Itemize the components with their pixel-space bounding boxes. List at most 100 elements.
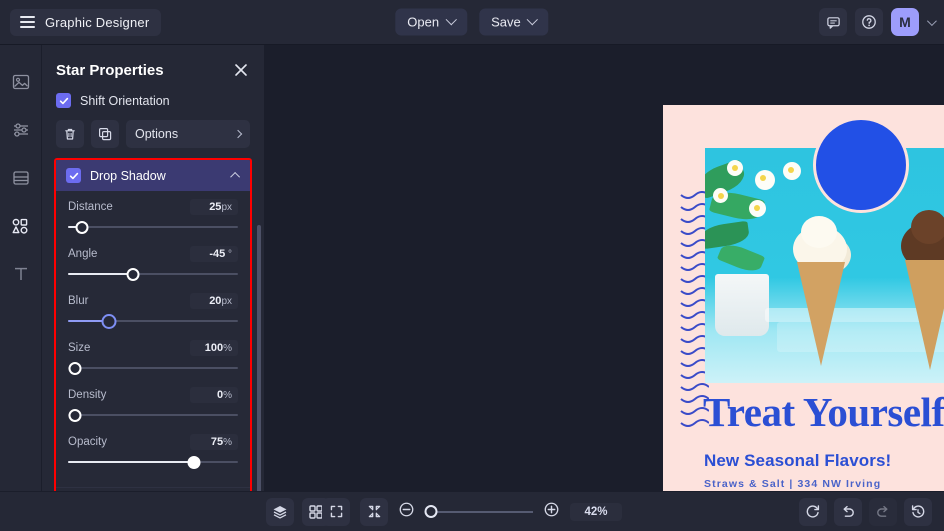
- slider-value[interactable]: 75%: [190, 434, 238, 450]
- shift-orientation-label: Shift Orientation: [80, 93, 170, 108]
- hamburger-icon: [20, 16, 35, 28]
- blue-circle-shape[interactable]: [813, 117, 909, 213]
- zoom-out-icon: [399, 502, 414, 516]
- avatar[interactable]: M: [891, 8, 919, 36]
- delete-button[interactable]: [56, 120, 84, 148]
- slider-blur: Blur 20px: [68, 293, 238, 329]
- zoom-in-button[interactable]: [543, 501, 560, 523]
- layers-icon: [273, 505, 287, 519]
- adjustments-icon: [13, 123, 28, 137]
- sidebar-item-image[interactable]: [8, 69, 34, 95]
- slider-label: Opacity: [68, 436, 107, 448]
- undo-button[interactable]: [834, 497, 862, 526]
- drop-shadow-sliders: Distance 25px Angle -45 ° Blur 20px Size…: [56, 191, 250, 487]
- app-menu-button[interactable]: Graphic Designer: [10, 8, 162, 36]
- chat-button[interactable]: [819, 8, 847, 36]
- panel-scrollbar[interactable]: [257, 225, 261, 525]
- shift-orientation-checkbox[interactable]: [56, 93, 71, 108]
- slider-value[interactable]: 100%: [190, 340, 238, 356]
- open-label: Open: [407, 14, 440, 30]
- sidebar-item-layout[interactable]: [8, 165, 34, 191]
- layers-button[interactable]: [266, 497, 294, 526]
- chevron-up-icon[interactable]: [230, 171, 241, 182]
- drop-shadow-header[interactable]: Drop Shadow: [56, 160, 250, 191]
- details-text[interactable]: Straws & Salt | 334 NW Irving: [704, 478, 881, 490]
- history-controls: [799, 497, 932, 526]
- bottom-bar: 42%: [0, 491, 944, 531]
- open-button[interactable]: Open: [395, 8, 468, 36]
- canvas-stage[interactable]: Treat Yourself New Seasonal Flavors! Str…: [265, 45, 944, 491]
- history-button[interactable]: [904, 497, 932, 526]
- text-icon: [14, 267, 27, 280]
- image-icon: [12, 74, 29, 90]
- drop-shadow-section: Drop Shadow Distance 25px Angle -45 ° Bl…: [54, 158, 252, 531]
- save-label: Save: [491, 14, 521, 30]
- file-actions: Open Save: [395, 8, 549, 36]
- layout-icon: [12, 171, 29, 185]
- page-title: Star Properties: [56, 61, 164, 79]
- zoom-level[interactable]: 42%: [570, 502, 622, 521]
- fit-to-screen-icon: [368, 505, 380, 518]
- slider-track[interactable]: [68, 361, 238, 375]
- slider-value[interactable]: 0%: [190, 387, 238, 403]
- duplicate-button[interactable]: [91, 120, 119, 148]
- top-bar: Graphic Designer Open Save M: [0, 0, 944, 45]
- view-tools: [266, 497, 330, 526]
- drop-shadow-label: Drop Shadow: [90, 168, 166, 183]
- options-button[interactable]: Options: [126, 120, 250, 148]
- slider-value[interactable]: 25px: [190, 199, 238, 215]
- shift-orientation-row[interactable]: Shift Orientation: [42, 89, 264, 120]
- slider-opacity: Opacity 75%: [68, 434, 238, 469]
- fullscreen-icon: [330, 505, 342, 518]
- object-actions-row: Options: [42, 120, 264, 158]
- slider-value[interactable]: -45 °: [190, 246, 238, 262]
- fullscreen-button[interactable]: [322, 497, 350, 526]
- duplicate-icon: [99, 128, 112, 141]
- subheadline-text[interactable]: New Seasonal Flavors!: [704, 451, 891, 471]
- artboard[interactable]: Treat Yourself New Seasonal Flavors! Str…: [663, 105, 944, 491]
- zoom-slider[interactable]: [424, 505, 533, 519]
- slider-track[interactable]: [68, 408, 238, 422]
- chevron-down-icon: [445, 13, 457, 25]
- redo-button[interactable]: [869, 497, 897, 526]
- app-window: Graphic Designer Open Save M Star Proper…: [0, 0, 944, 531]
- undo-icon: [843, 505, 854, 517]
- reset-button[interactable]: [799, 497, 827, 526]
- chevron-down-icon[interactable]: [926, 15, 937, 26]
- slider-density: Density 0%: [68, 387, 238, 422]
- check-icon: [69, 172, 78, 179]
- fit-to-screen-button[interactable]: [360, 497, 388, 526]
- close-icon: [235, 64, 247, 76]
- sidebar-item-text[interactable]: [8, 261, 34, 287]
- history-icon: [911, 504, 925, 518]
- app-body: Star Properties Shift Orientation Option…: [0, 45, 944, 531]
- sidebar-item-shapes[interactable]: [8, 213, 34, 239]
- slider-value[interactable]: 20px: [190, 293, 238, 309]
- chevron-down-icon: [527, 13, 539, 25]
- zoom-slider-knob[interactable]: [424, 505, 438, 518]
- account-actions: M: [819, 8, 937, 36]
- trash-icon: [65, 128, 75, 140]
- slider-track[interactable]: [68, 220, 238, 234]
- headline-text[interactable]: Treat Yourself: [703, 388, 944, 436]
- slider-size: Size 100%: [68, 340, 238, 375]
- slider-track[interactable]: [68, 267, 238, 281]
- help-button[interactable]: [855, 8, 883, 36]
- slider-track[interactable]: [68, 313, 238, 329]
- close-button[interactable]: [232, 61, 250, 79]
- slider-angle: Angle -45 °: [68, 246, 238, 281]
- check-icon: [59, 97, 68, 104]
- chevron-right-icon: [233, 129, 243, 139]
- slider-distance: Distance 25px: [68, 199, 238, 234]
- zoom-out-button[interactable]: [398, 501, 415, 523]
- save-button[interactable]: Save: [479, 8, 549, 36]
- chat-bubble-icon: [826, 16, 840, 29]
- sidebar-item-adjustments[interactable]: [8, 117, 34, 143]
- properties-panel: Star Properties Shift Orientation Option…: [42, 45, 265, 531]
- slider-track[interactable]: [68, 455, 238, 469]
- panel-header: Star Properties: [42, 45, 264, 89]
- tool-rail: [0, 45, 42, 491]
- drop-shadow-checkbox[interactable]: [66, 168, 81, 183]
- app-title: Graphic Designer: [45, 14, 150, 30]
- slider-label: Angle: [68, 248, 98, 260]
